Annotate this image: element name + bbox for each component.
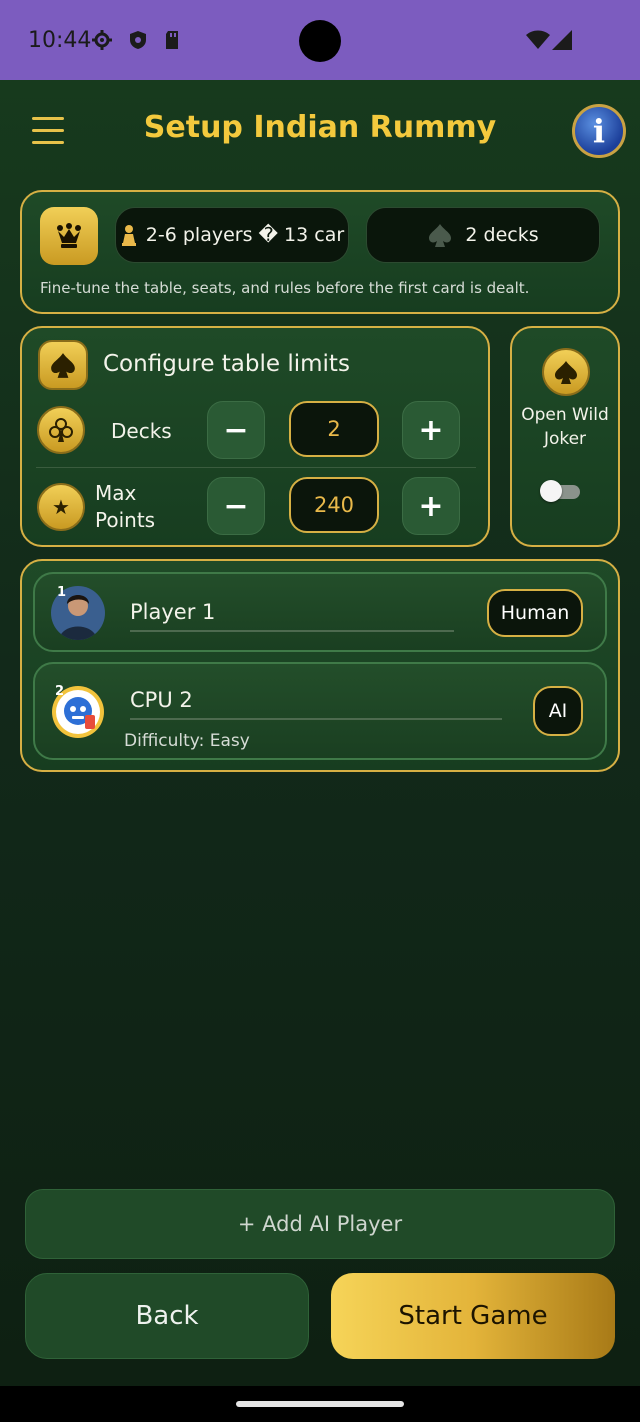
- status-bar: 10:44: [0, 0, 640, 80]
- spade-icon: [51, 353, 75, 378]
- wild-joker-label-line1: Open Wild: [521, 405, 609, 425]
- spade-icon: [555, 361, 577, 384]
- cpu-2-number: 2: [55, 684, 65, 699]
- info-glyph: i: [592, 112, 606, 150]
- pawn-icon: [121, 225, 136, 246]
- hamburger-menu-icon[interactable]: [32, 117, 64, 147]
- spade-icon: [429, 224, 452, 247]
- gear-icon: [92, 30, 112, 50]
- crown-tile: [40, 207, 98, 265]
- wild-joker-label: Open Wild Joker: [512, 403, 618, 451]
- decks-decrement-button[interactable]: −: [207, 401, 265, 459]
- player-1-name-underline: [130, 630, 454, 632]
- max-points-increment-button[interactable]: +: [402, 477, 460, 535]
- cpu-2-name-underline: [130, 718, 502, 720]
- camera-cutout: [299, 20, 341, 62]
- sd-card-icon: [166, 31, 178, 49]
- decks-chip-label: 2 decks: [465, 224, 539, 246]
- cpu-2-difficulty[interactable]: Difficulty: Easy: [124, 731, 250, 751]
- wifi-icon: [526, 30, 550, 49]
- wild-joker-toggle[interactable]: [540, 480, 582, 502]
- max-points-label-line1: Max: [95, 481, 137, 505]
- limits-heading-tile: [38, 340, 88, 390]
- start-game-button[interactable]: Start Game: [331, 1273, 615, 1359]
- back-button[interactable]: Back: [25, 1273, 309, 1359]
- max-points-decrement-button[interactable]: −: [207, 477, 265, 535]
- decks-chip: 2 decks: [366, 207, 600, 263]
- club-icon-tile: [37, 406, 85, 454]
- star-icon-tile: ★: [37, 483, 85, 531]
- status-time: 10:44: [28, 28, 92, 53]
- limits-divider: [36, 467, 476, 468]
- page-title: Setup Indian Rummy: [143, 110, 497, 145]
- limits-heading: Configure table limits: [103, 351, 350, 377]
- cpu-2-type-button[interactable]: AI: [533, 686, 583, 736]
- info-icon[interactable]: i: [572, 104, 626, 158]
- player-1-name[interactable]: Player 1: [130, 600, 215, 624]
- cpu-2-name[interactable]: CPU 2: [130, 688, 193, 712]
- player-1-type-button[interactable]: Human: [487, 589, 583, 637]
- players-chip-label: 2-6 players � 13 car: [145, 224, 345, 246]
- decks-increment-button[interactable]: +: [402, 401, 460, 459]
- max-points-value: 240: [289, 477, 379, 533]
- player-row-2[interactable]: [33, 662, 607, 760]
- player-1-number: 1: [57, 585, 67, 600]
- wild-joker-tile: [542, 348, 590, 396]
- max-points-label: Max Points: [95, 480, 155, 534]
- wild-joker-label-line2: Joker: [543, 429, 587, 449]
- signal-icon: [552, 30, 572, 50]
- queen-chess-icon: [57, 223, 81, 248]
- max-points-label-line2: Points: [95, 508, 156, 532]
- toggle-thumb: [540, 480, 562, 502]
- club-icon: [49, 418, 73, 442]
- decks-label: Decks: [111, 419, 172, 443]
- players-chip: 2-6 players � 13 car: [115, 207, 349, 263]
- add-ai-player-button[interactable]: + Add AI Player: [25, 1189, 615, 1259]
- star-icon: ★: [52, 495, 70, 519]
- summary-description: Fine-tune the table, seats, and rules be…: [40, 279, 530, 297]
- decks-value: 2: [289, 401, 379, 457]
- home-gesture-pill[interactable]: [236, 1401, 404, 1407]
- shield-icon: [130, 31, 146, 49]
